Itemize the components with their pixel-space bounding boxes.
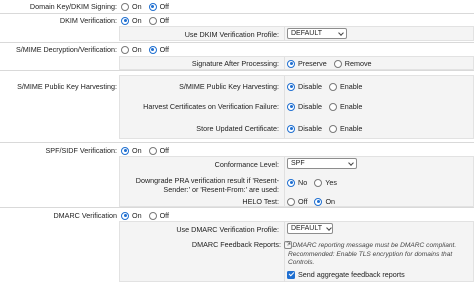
helo-on-radio[interactable] bbox=[314, 197, 323, 206]
smime-dec-on-radio[interactable] bbox=[121, 45, 129, 54]
dkim-off-option[interactable]: Off bbox=[148, 16, 169, 25]
spf-on-option[interactable]: On bbox=[121, 146, 142, 155]
store-disable-radio[interactable] bbox=[287, 124, 295, 133]
dkim-profile-select[interactable]: DEFAULT bbox=[287, 28, 347, 39]
failure-enable-option[interactable]: Enable bbox=[328, 102, 362, 111]
signature-preserve-radio[interactable] bbox=[287, 59, 295, 68]
chevron-down-icon bbox=[348, 161, 353, 166]
smime-dec-off-option[interactable]: Off bbox=[148, 45, 169, 54]
dmarc-profile-label: Use DMARC Verification Profile: bbox=[176, 225, 279, 234]
dmarc-panel: Use DMARC Verification Profile: DEFAULT … bbox=[119, 221, 474, 282]
dmarc-label: DMARC Verification bbox=[53, 211, 117, 220]
smime-dec-off-radio[interactable] bbox=[148, 45, 157, 54]
send-report-checkbox-row[interactable]: Send aggregate feedback reports bbox=[287, 270, 405, 279]
chevron-down-icon bbox=[326, 226, 329, 231]
spf-panel: Conformance Level: SPF Downgrade PRA ver… bbox=[119, 156, 474, 207]
dkim-verification-row: DKIM Verification: On Off Use DKIM Verif… bbox=[0, 14, 474, 41]
smime-harvesting-panel: S/MIME Public Key Harvesting: Disable En… bbox=[119, 75, 474, 139]
dmarc-off-radio[interactable] bbox=[148, 211, 157, 220]
dkim-off-radio[interactable] bbox=[148, 16, 157, 25]
store-certificate-label: Store Updated Certificate: bbox=[196, 124, 279, 133]
harvesting-sub-label: S/MIME Public Key Harvesting: bbox=[179, 82, 279, 91]
downgrade-pra-label: Downgrade PRA verification result if 'Re… bbox=[135, 176, 279, 194]
dmarc-on-radio[interactable] bbox=[121, 211, 129, 220]
smime-decryption-label: S/MIME Decryption/Verification: bbox=[15, 45, 117, 54]
conformance-level-select[interactable]: SPF bbox=[287, 158, 357, 169]
helo-off-option[interactable]: Off bbox=[287, 197, 307, 206]
downgrade-yes-radio[interactable] bbox=[314, 178, 323, 187]
harvesting-enable-radio[interactable] bbox=[328, 82, 337, 91]
harvesting-enable-option[interactable]: Enable bbox=[328, 82, 362, 91]
downgrade-no-option[interactable]: No bbox=[287, 178, 307, 187]
smime-harvesting-row: S/MIME Public Key Harvesting: S/MIME Pub… bbox=[0, 71, 474, 141]
send-report-checkbox[interactable] bbox=[287, 270, 295, 279]
domain-key-label: Domain Key/DKIM Signing: bbox=[29, 2, 117, 11]
dmarc-off-option[interactable]: Off bbox=[148, 211, 169, 220]
signature-remove-option[interactable]: Remove bbox=[333, 59, 372, 68]
dmarc-feedback-label: DMARC Feedback Reports:? bbox=[192, 240, 292, 250]
dkim-verification-label: DKIM Verification: bbox=[59, 16, 117, 25]
chevron-down-icon bbox=[338, 31, 343, 36]
store-enable-option[interactable]: Enable bbox=[328, 124, 362, 133]
domain-key-off-radio[interactable] bbox=[148, 2, 157, 11]
spf-label: SPF/SIDF Verification: bbox=[45, 146, 118, 155]
failure-disable-option[interactable]: Disable bbox=[287, 102, 322, 111]
domain-key-on-option[interactable]: On bbox=[121, 2, 142, 11]
downgrade-yes-option[interactable]: Yes bbox=[314, 178, 337, 187]
signature-remove-radio[interactable] bbox=[333, 59, 342, 68]
signature-after-processing-label: Signature After Processing: bbox=[191, 59, 279, 68]
spf-row: SPF/SIDF Verification: On Off Conformanc… bbox=[0, 143, 474, 207]
failure-disable-radio[interactable] bbox=[287, 102, 295, 111]
dmarc-profile-select[interactable]: DEFAULT bbox=[287, 223, 333, 234]
spf-on-radio[interactable] bbox=[121, 146, 129, 155]
helo-test-label: HELO Test: bbox=[242, 197, 279, 206]
domain-key-on-radio[interactable] bbox=[121, 2, 129, 11]
failure-enable-radio[interactable] bbox=[328, 102, 337, 111]
helo-off-radio[interactable] bbox=[287, 197, 295, 206]
harvesting-disable-radio[interactable] bbox=[287, 82, 295, 91]
dkim-on-radio[interactable] bbox=[121, 16, 129, 25]
spf-off-radio[interactable] bbox=[148, 146, 157, 155]
conformance-level-label: Conformance Level: bbox=[214, 160, 279, 169]
dkim-on-option[interactable]: On bbox=[121, 16, 142, 25]
smime-dec-on-option[interactable]: On bbox=[121, 45, 142, 54]
dkim-profile-panel: Use DKIM Verification Profile: DEFAULT bbox=[119, 26, 474, 41]
smime-signature-panel: Signature After Processing: Preserve Rem… bbox=[119, 56, 474, 70]
store-disable-option[interactable]: Disable bbox=[287, 124, 322, 133]
domain-key-off-option[interactable]: Off bbox=[148, 2, 169, 11]
dmarc-feedback-note: * DMARC reporting message must be DMARC … bbox=[288, 242, 457, 266]
signature-preserve-option[interactable]: Preserve bbox=[287, 59, 327, 68]
harvesting-disable-option[interactable]: Disable bbox=[287, 82, 322, 91]
dmarc-row: DMARC Verification On Off Use DMARC Veri… bbox=[0, 208, 474, 282]
smime-harvesting-label: S/MIME Public Key Harvesting: bbox=[17, 82, 117, 91]
smime-decryption-row: S/MIME Decryption/Verification: On Off S… bbox=[0, 43, 474, 70]
downgrade-no-radio[interactable] bbox=[287, 178, 295, 187]
helo-on-option[interactable]: On bbox=[314, 197, 335, 206]
dmarc-on-option[interactable]: On bbox=[121, 211, 142, 220]
spf-off-option[interactable]: Off bbox=[148, 146, 169, 155]
harvest-failure-label: Harvest Certificates on Verification Fai… bbox=[143, 102, 279, 111]
dkim-profile-label: Use DKIM Verification Profile: bbox=[184, 30, 279, 39]
send-report-label: Send aggregate feedback reports bbox=[298, 270, 405, 279]
domain-key-row: Domain Key/DKIM Signing: On Off bbox=[0, 0, 474, 13]
store-enable-radio[interactable] bbox=[328, 124, 337, 133]
